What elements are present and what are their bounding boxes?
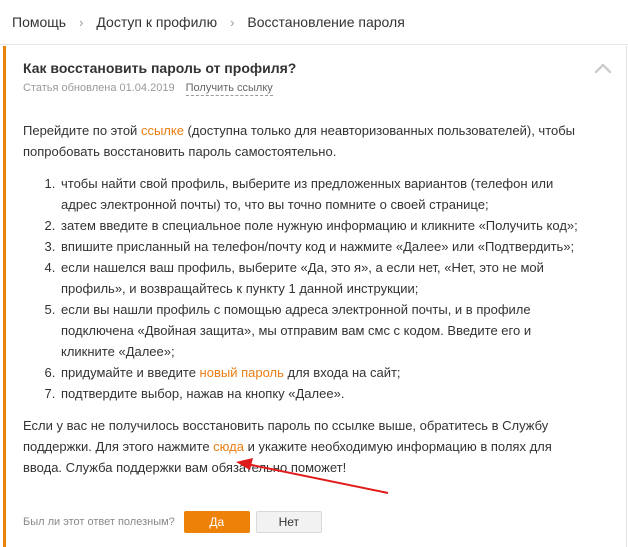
step-text: для входа на сайт;: [283, 365, 401, 380]
breadcrumb-separator: ›: [230, 14, 235, 30]
recovery-link[interactable]: ссылке: [141, 123, 184, 138]
new-password-link[interactable]: новый пароль: [200, 365, 284, 380]
intro-paragraph: Перейдите по этой ссылке (доступна тольк…: [23, 120, 583, 162]
feedback-question: Был ли этот ответ полезным?: [23, 516, 175, 528]
list-item: если нашелся ваш профиль, выберите «Да, …: [59, 257, 583, 299]
yes-button[interactable]: Да: [183, 511, 250, 533]
article-content: Перейдите по этой ссылке (доступна тольк…: [23, 120, 583, 478]
faq-card: Как восстановить пароль от профиля? Стат…: [3, 46, 627, 547]
list-item: чтобы найти свой профиль, выберите из пр…: [59, 173, 583, 215]
updated-date: Статья обновлена 01.04.2019: [23, 82, 175, 94]
breadcrumb-item-password-recovery: Восстановление пароля: [247, 14, 405, 30]
list-item: впишите присланный на телефон/почту код …: [59, 236, 583, 257]
breadcrumb-item-help[interactable]: Помощь: [12, 14, 66, 30]
breadcrumb: Помощь › Доступ к профилю › Восстановлен…: [0, 0, 628, 45]
breadcrumb-item-profile-access[interactable]: Доступ к профилю: [96, 14, 217, 30]
list-item: если вы нашли профиль с помощью адреса э…: [59, 299, 583, 362]
chevron-up-icon[interactable]: [594, 62, 612, 74]
list-item: придумайте и введите новый пароль для вх…: [59, 362, 583, 383]
no-button[interactable]: Нет: [255, 511, 322, 533]
outro-paragraph: Если у вас не получилось восстановить па…: [23, 415, 583, 478]
steps-list: чтобы найти свой профиль, выберите из пр…: [23, 173, 583, 404]
intro-text: Перейдите по этой: [23, 123, 141, 138]
article-meta: Статья обновлена 01.04.2019 Получить ссы…: [23, 82, 273, 96]
list-item: затем введите в специальное поле нужную …: [59, 215, 583, 236]
support-link[interactable]: сюда: [213, 439, 244, 454]
breadcrumb-separator: ›: [79, 14, 84, 30]
question-title[interactable]: Как восстановить пароль от профиля?: [23, 60, 296, 76]
feedback-bar: Был ли этот ответ полезным? Да Нет: [23, 511, 322, 533]
get-link-button[interactable]: Получить ссылку: [185, 82, 273, 96]
list-item: подтвердите выбор, нажав на кнопку «Дале…: [59, 383, 583, 404]
step-text: придумайте и введите: [61, 365, 200, 380]
